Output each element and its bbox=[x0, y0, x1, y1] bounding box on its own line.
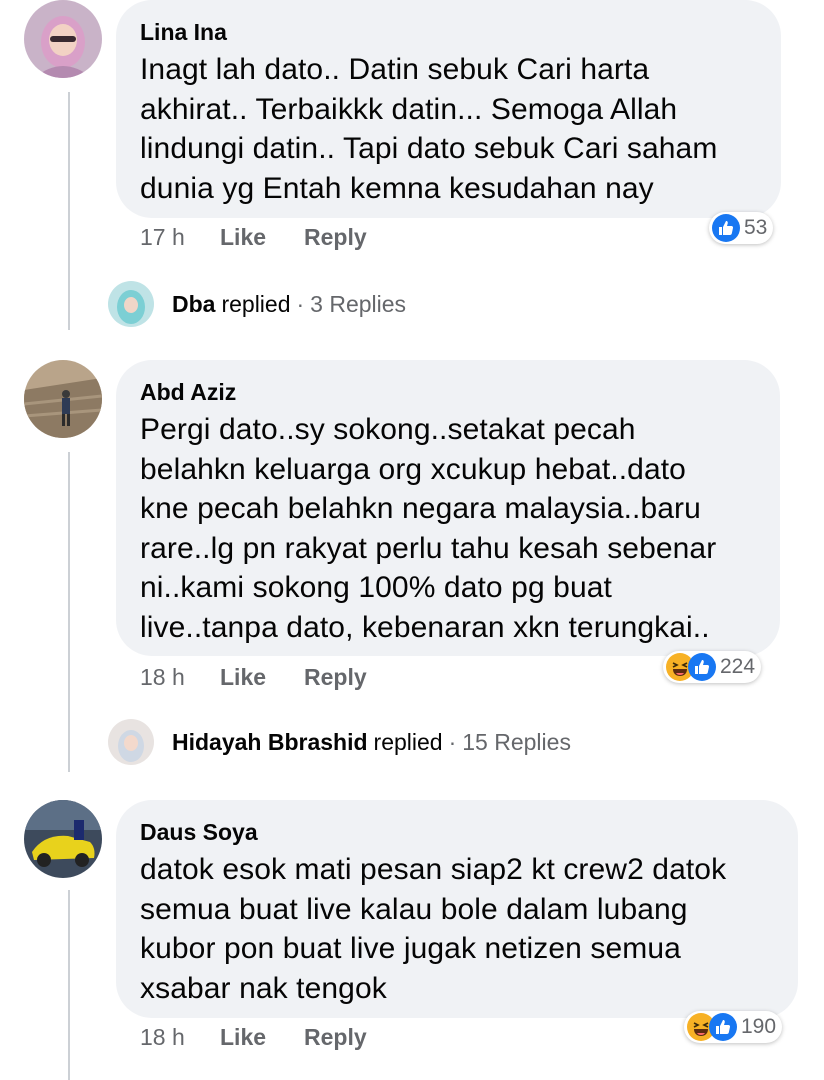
avatar[interactable] bbox=[24, 800, 102, 878]
view-replies-link[interactable]: Dba replied · 3 Replies bbox=[108, 280, 406, 328]
user-photo-icon bbox=[24, 360, 102, 438]
user-photo-icon bbox=[108, 281, 154, 327]
reply-button[interactable]: Reply bbox=[304, 664, 367, 691]
comment-line: datok esok mati pesan siap2 kt crew2 dat… bbox=[140, 853, 727, 886]
like-reaction-icon bbox=[688, 653, 716, 681]
like-reaction-icon bbox=[709, 1013, 737, 1041]
reply-count: 3 Replies bbox=[310, 290, 407, 317]
timestamp[interactable]: 17 h bbox=[140, 224, 220, 251]
like-button[interactable]: Like bbox=[220, 1024, 304, 1051]
comment-bubble: Lina Ina Inagt lah dato.. Datin sebuk Ca… bbox=[116, 0, 781, 218]
timestamp[interactable]: 18 h bbox=[140, 664, 220, 691]
like-button[interactable]: Like bbox=[220, 664, 304, 691]
reaction-count: 224 bbox=[720, 655, 756, 678]
comment-line: belahkn keluarga org xcukup hebat..dato bbox=[140, 452, 686, 486]
comment-author[interactable]: Daus Soya bbox=[140, 818, 774, 846]
comment-line: dunia yg Entah kemna kesudahan nay bbox=[140, 171, 654, 205]
reply-count: 15 Replies bbox=[462, 728, 571, 755]
reaction-summary[interactable]: 53 bbox=[709, 212, 774, 244]
comment-line: Inagt lah dato.. Datin sebuk Cari harta bbox=[140, 53, 650, 86]
comment-line: lindungi datin.. Tapi dato sebuk Cari sa… bbox=[140, 132, 718, 165]
thread-line bbox=[68, 452, 70, 772]
comment-line: kne pecah belahkn negara malaysia..baru bbox=[140, 492, 701, 525]
reaction-count: 53 bbox=[744, 216, 768, 239]
thread-line bbox=[68, 890, 70, 1080]
comment-line: Pergi dato..sy sokong..setakat pecah bbox=[140, 413, 636, 446]
avatar bbox=[108, 281, 154, 327]
avatar[interactable] bbox=[24, 0, 102, 78]
replier-name: Dba bbox=[172, 290, 216, 317]
replied-label: replied bbox=[221, 290, 291, 317]
separator: · bbox=[296, 290, 305, 317]
comment-line: semua buat live kalau bole dalam lubang bbox=[140, 892, 688, 926]
comment-line: rare..lg pn rakyat perlu tahu kesah sebe… bbox=[140, 531, 717, 565]
user-photo-icon bbox=[24, 0, 102, 78]
avatar bbox=[108, 719, 154, 765]
comment-line: ni..kami sokong 100% dato pg buat bbox=[140, 571, 612, 604]
user-photo-icon bbox=[24, 800, 102, 878]
user-photo-icon bbox=[108, 719, 154, 765]
comment-actions: 18 h Like Reply bbox=[140, 1024, 367, 1051]
view-replies-link[interactable]: Hidayah Bbrashid replied · 15 Replies bbox=[108, 718, 571, 766]
reply-button[interactable]: Reply bbox=[304, 1024, 367, 1051]
comment-text: datok esok mati pesan siap2 kt crew2 dat… bbox=[140, 850, 774, 1008]
replied-label: replied bbox=[373, 728, 443, 755]
comment-line: xsabar nak tengok bbox=[140, 971, 387, 1005]
timestamp[interactable]: 18 h bbox=[140, 1024, 220, 1051]
comment-bubble: Daus Soya datok esok mati pesan siap2 kt… bbox=[116, 800, 798, 1018]
avatar[interactable] bbox=[24, 360, 102, 438]
separator: · bbox=[448, 728, 457, 755]
comment-line: akhirat.. Terbaikkk datin... Semoga Alla… bbox=[140, 92, 678, 126]
reaction-summary[interactable]: 190 bbox=[684, 1011, 783, 1043]
like-reaction-icon bbox=[712, 214, 740, 242]
comment-bubble: Abd Aziz Pergi dato..sy sokong..setakat … bbox=[116, 360, 780, 656]
comment-text: Pergi dato..sy sokong..setakat pecah bel… bbox=[140, 410, 756, 647]
comment-line: live..tanpa dato, kebenaran xkn terungka… bbox=[140, 610, 710, 644]
reaction-count: 190 bbox=[741, 1015, 777, 1038]
comment-author[interactable]: Lina Ina bbox=[140, 18, 757, 46]
comment-actions: 18 h Like Reply bbox=[140, 664, 367, 691]
reply-button[interactable]: Reply bbox=[304, 224, 367, 251]
replier-name: Hidayah Bbrashid bbox=[172, 728, 368, 755]
comment-actions: 17 h Like Reply bbox=[140, 224, 367, 251]
comment-text: Inagt lah dato.. Datin sebuk Cari harta … bbox=[140, 50, 757, 208]
reaction-summary[interactable]: 224 bbox=[663, 651, 762, 683]
like-button[interactable]: Like bbox=[220, 224, 304, 251]
comment-line: kubor pon buat live jugak netizen semua bbox=[140, 932, 681, 965]
comment-author[interactable]: Abd Aziz bbox=[140, 378, 756, 406]
thread-line bbox=[68, 92, 70, 330]
